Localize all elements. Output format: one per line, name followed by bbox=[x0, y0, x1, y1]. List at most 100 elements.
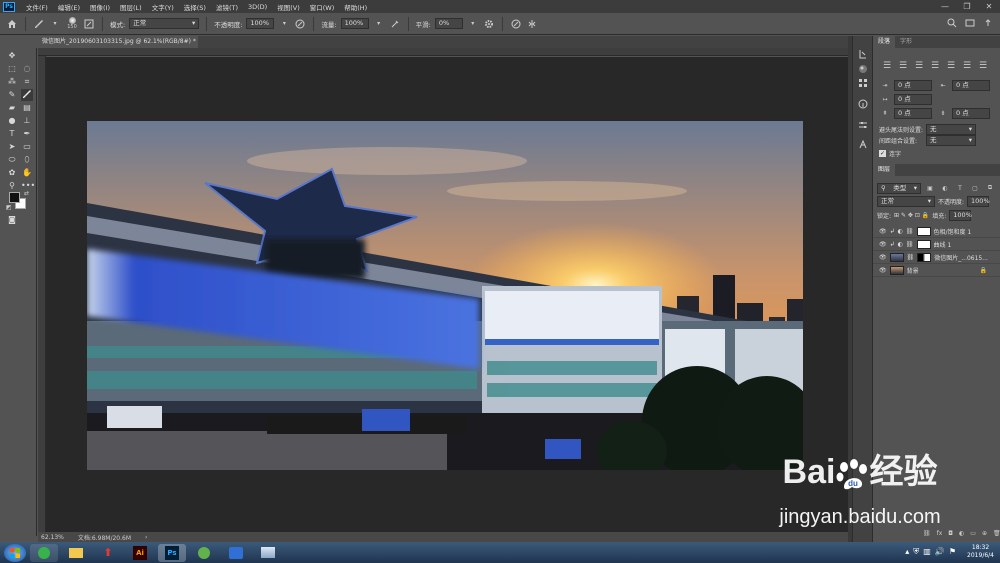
close-button[interactable]: ✕ bbox=[978, 0, 1000, 13]
ellipse-tool-icon[interactable]: ⬭ bbox=[6, 154, 18, 166]
new-layer-icon[interactable]: ⊕ bbox=[982, 530, 987, 537]
taskbar-app-folder[interactable] bbox=[62, 544, 90, 562]
layer-row[interactable]: 👁 背景 🔒 bbox=[873, 264, 1000, 277]
document-info[interactable]: 文档:6.98M/20.6M bbox=[78, 533, 131, 542]
opacity-input[interactable]: 100% bbox=[246, 18, 275, 29]
filter-type-icon[interactable]: T bbox=[954, 182, 966, 194]
dodge-tool-icon[interactable]: ● bbox=[6, 115, 18, 127]
filter-smart-object-icon[interactable]: ⧉ bbox=[984, 182, 996, 194]
info-icon[interactable] bbox=[857, 98, 869, 110]
justify-left-icon[interactable]: ☰ bbox=[929, 60, 941, 72]
taskbar-app-pdf[interactable]: ⬆ bbox=[94, 544, 122, 562]
start-button[interactable] bbox=[4, 543, 26, 562]
blend-mode-select[interactable]: 正常 ▾ bbox=[877, 196, 935, 207]
space-before-field[interactable]: 0 点 bbox=[894, 107, 932, 119]
zoom-tool-icon[interactable]: ⚲ bbox=[6, 180, 18, 192]
volume-icon[interactable]: 🔊 bbox=[935, 547, 945, 557]
new-adjustment-icon[interactable]: ◐ bbox=[959, 530, 964, 537]
lock-options-icon[interactable]: ⊞ ✎ ✥ ⊡ 🔒 bbox=[894, 212, 929, 219]
visibility-eye-icon[interactable]: 👁 bbox=[879, 267, 887, 274]
smoothing-input[interactable]: 0% bbox=[434, 18, 463, 29]
tab-layers[interactable]: 图层 bbox=[873, 164, 896, 176]
flow-dropdown-icon[interactable]: ▾ bbox=[373, 18, 385, 30]
shape-tool-icon[interactable]: ⬯ bbox=[21, 154, 33, 166]
layer-row[interactable]: 👁 ⛓ 微信图片_...0615... bbox=[873, 251, 1000, 264]
menu-edit[interactable]: 编辑(E) bbox=[53, 2, 85, 12]
hand-tool-icon[interactable]: ✋ bbox=[21, 167, 33, 179]
document-tab[interactable]: 微信图片_20190603103315.jpg @ 62.1%(RGB/8#) … bbox=[38, 36, 198, 48]
foreground-color-swatch[interactable] bbox=[9, 192, 20, 203]
indent-left-field[interactable]: 0 点 bbox=[894, 79, 932, 91]
custom-shape-tool-icon[interactable]: ✿ bbox=[6, 167, 18, 179]
home-icon[interactable] bbox=[6, 18, 18, 30]
visibility-eye-icon[interactable]: 👁 bbox=[879, 228, 887, 235]
shield-icon[interactable]: ⛨ bbox=[913, 547, 919, 557]
fill-input[interactable]: 100% bbox=[949, 210, 972, 221]
network-icon[interactable]: ▥ bbox=[923, 547, 931, 557]
delete-layer-icon[interactable]: 🗑 bbox=[993, 530, 1000, 537]
brush-preset-picker[interactable]: 150 bbox=[65, 17, 79, 30]
restore-button[interactable]: ❐ bbox=[956, 0, 978, 13]
justify-center-icon[interactable]: ☰ bbox=[945, 60, 957, 72]
workspace-icon[interactable] bbox=[964, 17, 976, 29]
menu-3d[interactable]: 3D(D) bbox=[243, 3, 272, 11]
justify-all-icon[interactable]: ☰ bbox=[977, 60, 989, 72]
tab-paragraph[interactable]: 段落 bbox=[873, 36, 896, 48]
menu-window[interactable]: 窗口(W) bbox=[305, 2, 340, 12]
tab-glyphs[interactable]: 字形 bbox=[895, 36, 917, 48]
menu-image[interactable]: 图像(I) bbox=[85, 2, 115, 12]
brush-dropdown-icon[interactable]: ▾ bbox=[49, 18, 61, 30]
pressure-opacity-icon[interactable] bbox=[294, 18, 306, 30]
justify-right-icon[interactable]: ☰ bbox=[961, 60, 973, 72]
gear-icon[interactable] bbox=[483, 18, 495, 30]
quick-select-tool-icon[interactable]: ⁂ bbox=[6, 76, 18, 88]
align-right-icon[interactable]: ☰ bbox=[913, 60, 925, 72]
visibility-eye-icon[interactable]: 👁 bbox=[879, 254, 887, 261]
lasso-tool-icon[interactable]: ◌ bbox=[21, 63, 33, 75]
move-tool-icon[interactable]: ✥ bbox=[6, 50, 18, 62]
align-left-icon[interactable]: ☰ bbox=[881, 60, 893, 72]
swap-colors-icon[interactable]: ⇄ bbox=[24, 190, 29, 197]
filter-pixel-icon[interactable]: ▣ bbox=[924, 182, 936, 194]
taskbar-app-green[interactable] bbox=[190, 544, 218, 562]
minimize-button[interactable]: — bbox=[934, 0, 956, 13]
stamp-tool-icon[interactable]: ⊥ bbox=[21, 115, 33, 127]
taskbar-clock[interactable]: 18:32 2019/6/4 bbox=[967, 544, 994, 560]
pressure-size-icon[interactable] bbox=[510, 18, 522, 30]
taskbar-app-browser[interactable] bbox=[30, 543, 58, 562]
swatches-icon[interactable] bbox=[857, 77, 869, 89]
menu-view[interactable]: 视图(V) bbox=[272, 2, 305, 12]
eyedropper-tool-icon[interactable]: ✎ bbox=[6, 89, 18, 101]
adjustments-icon[interactable] bbox=[857, 119, 869, 131]
menu-type[interactable]: 文字(Y) bbox=[147, 2, 179, 12]
default-colors-icon[interactable]: ◩ bbox=[6, 204, 12, 211]
share-icon[interactable] bbox=[982, 17, 994, 29]
first-line-indent-field[interactable]: 0 点 bbox=[894, 93, 932, 105]
quick-mask-icon[interactable]: ◙ bbox=[6, 214, 18, 226]
kinsoku-select[interactable]: 无 ▾ bbox=[926, 124, 977, 135]
layer-row[interactable]: 👁 ↲ ◐ ⛓ 色相/饱和度 1 bbox=[873, 225, 1000, 238]
pen-tool-icon[interactable]: ✒ bbox=[21, 128, 33, 140]
menu-file[interactable]: 文件(F) bbox=[21, 2, 53, 12]
taskbar-app-wps[interactable] bbox=[222, 544, 250, 562]
indent-right-field[interactable]: 0 点 bbox=[952, 79, 990, 91]
menu-filter[interactable]: 滤镜(T) bbox=[211, 2, 243, 12]
align-center-icon[interactable]: ☰ bbox=[897, 60, 909, 72]
airbrush-icon[interactable] bbox=[389, 18, 401, 30]
filter-adjustment-icon[interactable]: ◐ bbox=[939, 182, 951, 194]
status-menu-icon[interactable]: › bbox=[145, 534, 147, 541]
path-select-tool-icon[interactable]: ➤ bbox=[6, 141, 18, 153]
hyphenate-checkbox[interactable]: ✓ bbox=[879, 150, 886, 157]
filter-shape-icon[interactable]: ▢ bbox=[969, 182, 981, 194]
symmetry-icon[interactable] bbox=[526, 18, 538, 30]
gradient-tool-icon[interactable]: ▤ bbox=[21, 102, 33, 114]
brush-settings-panel-icon[interactable] bbox=[83, 18, 95, 30]
menu-select[interactable]: 选择(S) bbox=[179, 2, 211, 12]
smoothing-dropdown-icon[interactable]: ▾ bbox=[467, 18, 479, 30]
character-icon[interactable] bbox=[857, 139, 869, 151]
menu-layer[interactable]: 图层(L) bbox=[115, 2, 147, 12]
brush-tool-icon[interactable] bbox=[21, 89, 33, 101]
taskbar-app-illustrator[interactable]: Ai bbox=[126, 544, 154, 562]
marquee-tool-icon[interactable]: ⬚ bbox=[6, 63, 18, 75]
spacing-select[interactable]: 无 ▾ bbox=[926, 135, 977, 146]
